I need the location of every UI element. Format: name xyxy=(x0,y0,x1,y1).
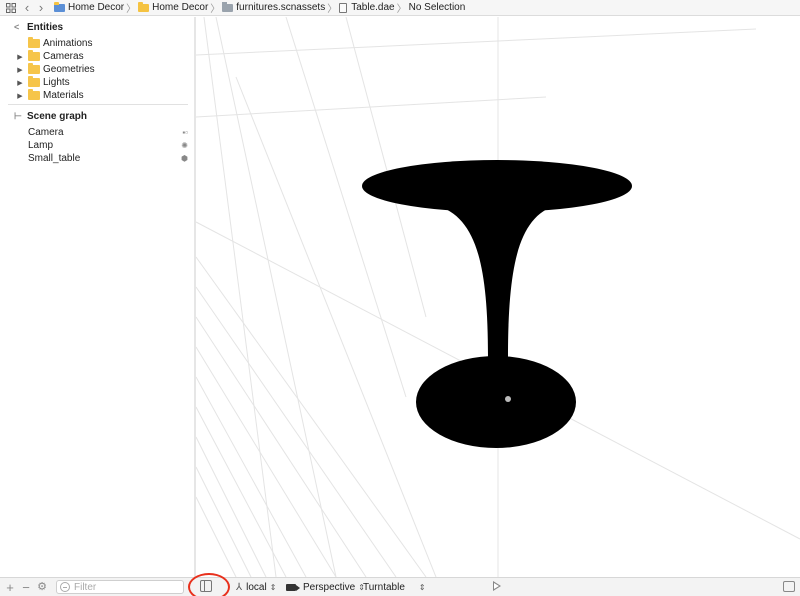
disclosure-triangle-icon[interactable]: ▶ xyxy=(14,53,26,61)
breadcrumb-separator: 〉 xyxy=(210,4,221,15)
breadcrumb-label: furnitures.scnassets xyxy=(236,2,326,13)
scnassets-folder-icon xyxy=(222,1,234,12)
breadcrumb-separator: 〉 xyxy=(396,4,407,15)
breadcrumb-separator: 〉 xyxy=(327,4,338,15)
breadcrumb-selection[interactable]: No Selection xyxy=(409,0,466,16)
disclosure-triangle-icon[interactable]: ▶ xyxy=(14,66,26,74)
disclosure-triangle-icon[interactable]: ▶ xyxy=(14,92,26,100)
disclosure-triangle-icon[interactable]: ▶ xyxy=(14,79,26,87)
geometry-icon: ⬢ xyxy=(181,154,188,163)
filter-field[interactable]: Filter xyxy=(56,580,184,594)
node-label: Lamp xyxy=(28,140,54,151)
folder-icon xyxy=(28,89,40,100)
project-icon xyxy=(54,1,65,12)
scene-preview-icon[interactable] xyxy=(783,581,795,592)
light-marker-icon xyxy=(505,396,511,402)
scene-graph-title: Scene graph xyxy=(27,110,88,122)
entity-row-geometries[interactable]: ▶ Geometries xyxy=(0,63,194,76)
scene-viewport[interactable] xyxy=(196,17,800,577)
folder-icon xyxy=(28,76,40,87)
forward-arrow-icon[interactable]: › xyxy=(34,0,48,16)
node-label: Camera xyxy=(28,127,64,138)
axis-icon: ⅄ xyxy=(236,581,243,593)
dae-file-icon xyxy=(339,2,348,13)
navigation-mode-popup[interactable]: Turntable ⇕ xyxy=(363,578,426,596)
breadcrumb-label: Home Decor xyxy=(68,2,125,13)
camera-icon: ▪▫ xyxy=(182,128,188,137)
breadcrumb-scnassets[interactable]: furnitures.scnassets xyxy=(222,0,325,16)
highlight-circle xyxy=(188,573,230,596)
jump-bar: ‹ › Home Decor 〉 Home Decor 〉 furnitures… xyxy=(0,0,800,16)
scene-render xyxy=(196,17,800,577)
coordinate-space-popup[interactable]: ⅄ local ⇕ xyxy=(236,578,276,596)
remove-icon[interactable]: − xyxy=(18,579,34,596)
scene-node-camera[interactable]: Camera ▪▫ xyxy=(0,126,194,139)
entity-label: Materials xyxy=(43,90,84,101)
entity-label: Cameras xyxy=(43,51,84,62)
play-icon[interactable] xyxy=(493,581,501,591)
folder-icon xyxy=(28,37,40,48)
point-of-view-popup[interactable]: Perspective ⇕ xyxy=(286,578,365,596)
scene-graph-section-header[interactable]: ⊢ Scene graph xyxy=(0,108,194,124)
entity-label: Animations xyxy=(43,38,93,49)
bottom-toolbar: + − ⚙ Filter ⅄ local ⇕ Perspective ⇕ Tur… xyxy=(0,573,800,596)
folder-icon xyxy=(28,63,40,74)
breadcrumb-group[interactable]: Home Decor xyxy=(138,0,208,16)
filter-icon xyxy=(60,582,70,592)
coordinate-space-label: local xyxy=(246,581,267,593)
folder-icon xyxy=(138,1,150,12)
scene-graph-icon: ⊢ xyxy=(14,110,22,121)
camera-icon xyxy=(286,583,300,591)
point-of-view-label: Perspective xyxy=(303,581,356,593)
related-items-grid-icon[interactable] xyxy=(2,0,20,16)
entity-row-lights[interactable]: ▶ Lights xyxy=(0,76,194,89)
back-arrow-icon[interactable]: ‹ xyxy=(20,0,34,16)
breadcrumb-project[interactable]: Home Decor xyxy=(54,0,124,16)
add-icon[interactable]: + xyxy=(2,579,18,596)
folder-icon xyxy=(28,50,40,61)
breadcrumb-label: No Selection xyxy=(408,2,466,13)
entity-label: Geometries xyxy=(43,64,95,75)
entities-title: Entities xyxy=(27,21,64,33)
filter-placeholder: Filter xyxy=(74,581,97,593)
scene-outline-sidebar: < Entities Animations ▶ Cameras ▶ Geomet… xyxy=(0,17,194,577)
light-icon: ✺ xyxy=(181,141,188,150)
entity-label: Lights xyxy=(43,77,70,88)
navigation-mode-label: Turntable xyxy=(363,581,405,593)
breadcrumb-label: Home Decor xyxy=(152,2,209,13)
entities-icon: < xyxy=(14,22,20,32)
scene-node-lamp[interactable]: Lamp ✺ xyxy=(0,139,194,152)
entity-row-materials[interactable]: ▶ Materials xyxy=(0,89,194,102)
entity-row-animations[interactable]: Animations xyxy=(0,37,194,50)
entities-section-header[interactable]: < Entities xyxy=(0,19,194,35)
table-model xyxy=(362,160,632,448)
node-label: Small_table xyxy=(28,153,81,164)
entity-row-cameras[interactable]: ▶ Cameras xyxy=(0,50,194,63)
updown-arrows-icon: ⇕ xyxy=(269,582,277,592)
scene-node-small-table[interactable]: Small_table ⬢ xyxy=(0,152,194,165)
gear-icon[interactable]: ⚙ xyxy=(34,579,50,596)
breadcrumb-label: Table.dae xyxy=(351,2,395,13)
breadcrumb-separator: 〉 xyxy=(126,4,137,15)
section-divider xyxy=(8,104,188,105)
updown-arrows-icon: ⇕ xyxy=(418,582,426,592)
breadcrumb-file[interactable]: Table.dae xyxy=(339,0,395,16)
